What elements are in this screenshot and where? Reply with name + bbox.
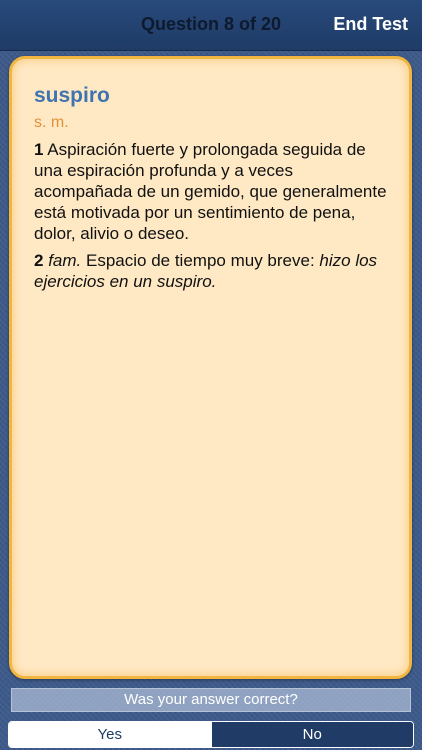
flashcard: suspiro s. m. 1 Aspiración fuerte y prol…	[9, 56, 412, 679]
yes-button[interactable]: Yes	[9, 722, 211, 747]
no-button[interactable]: No	[210, 722, 413, 747]
sense-number: 1	[34, 140, 44, 159]
entry-content: suspiro s. m. 1 Aspiración fuerte y prol…	[34, 83, 391, 292]
answer-segmented-control: Yes No	[8, 721, 414, 748]
sense-number: 2	[34, 251, 44, 270]
register-label: fam.	[48, 251, 82, 270]
sense-text: Aspiración fuerte y prolongada seguida d…	[34, 140, 387, 243]
definition-sense-2: 2 fam. Espacio de tiempo muy breve: hizo…	[34, 250, 391, 292]
navigation-bar: Question 8 of 20 End Test	[0, 0, 422, 51]
part-of-speech: s. m.	[34, 114, 69, 131]
end-test-button[interactable]: End Test	[333, 14, 408, 35]
sense-text: Espacio de tiempo muy breve:	[86, 251, 315, 270]
definition-sense-1: 1 Aspiración fuerte y prolongada seguida…	[34, 139, 391, 244]
answer-prompt: Was your answer correct?	[11, 688, 411, 712]
headword: suspiro	[34, 84, 110, 107]
